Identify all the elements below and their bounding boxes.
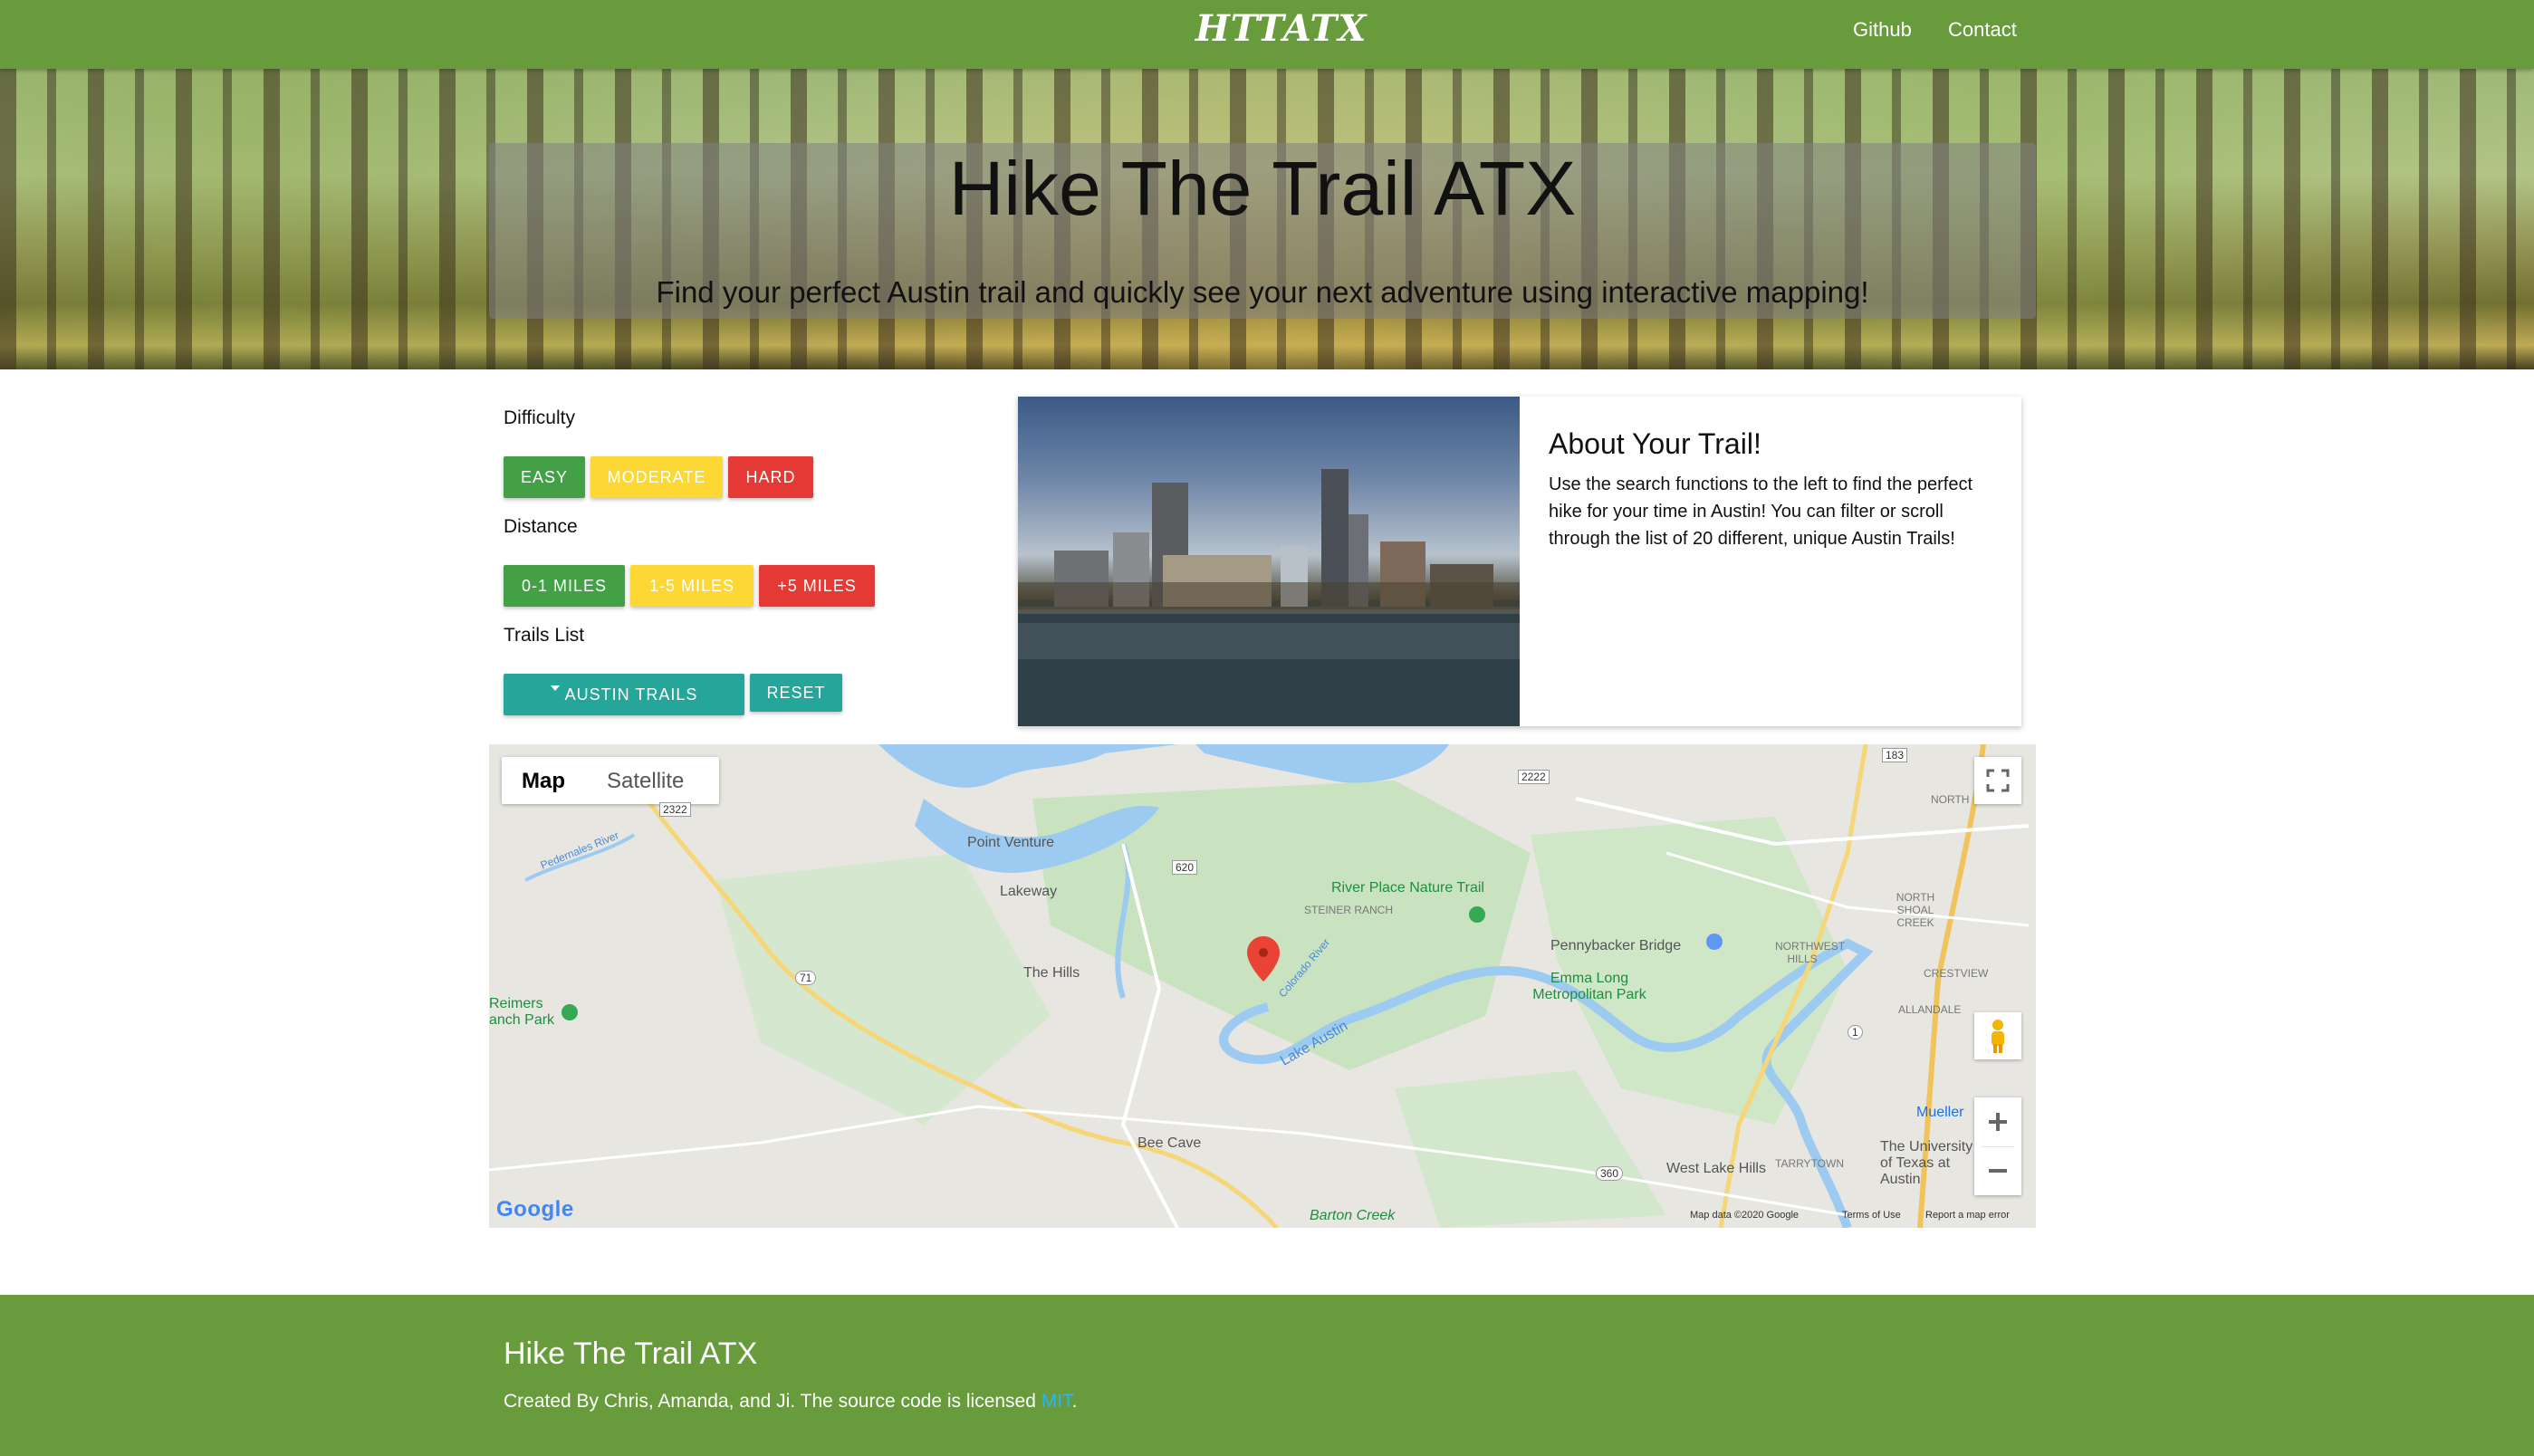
footer: Hike The Trail ATX Created By Chris, Ama… xyxy=(0,1295,2534,1456)
street-view-pegman-button[interactable] xyxy=(1974,1012,2021,1059)
fullscreen-icon xyxy=(1986,769,2010,792)
dropdown-label: AUSTIN TRAILS xyxy=(564,685,698,704)
fullscreen-button[interactable] xyxy=(1974,757,2021,804)
distance-1-5-button[interactable]: 1-5 MILES xyxy=(630,565,753,607)
footer-credits-text: Created By Chris, Amanda, and Ji. The so… xyxy=(504,1391,1041,1412)
difficulty-easy-button[interactable]: EASY xyxy=(504,456,585,498)
footer-credits-period: . xyxy=(1071,1391,1078,1412)
caret-down-icon xyxy=(550,685,560,692)
reset-button[interactable]: RESET xyxy=(750,674,842,712)
hero-subtitle: Find your perfect Austin trail and quick… xyxy=(656,275,1869,309)
difficulty-moderate-button[interactable]: MODERATE xyxy=(590,456,723,498)
austin-skyline-image xyxy=(1018,397,1520,726)
map-label-reimers: Reimers xyxy=(489,996,543,1011)
terms-of-use-link[interactable]: Terms of Use xyxy=(1842,1210,1901,1221)
hero-banner: Hike The Trail ATX Find your perfect Aus… xyxy=(0,69,2534,369)
map-label-steiner-ranch: STEINER RANCH xyxy=(1304,904,1394,916)
navbar: HTTATX Github Contact xyxy=(0,0,2534,69)
road-shield-2222: 2222 xyxy=(1518,770,1550,784)
map-label-north: NORTH xyxy=(1931,793,1970,806)
road-shield-360: 360 xyxy=(1596,1166,1624,1181)
zoom-out-button[interactable] xyxy=(1974,1146,2021,1195)
trails-list-label: Trails List xyxy=(504,625,585,646)
plus-icon xyxy=(1989,1113,2007,1131)
nav-link-github[interactable]: Github xyxy=(1853,18,1912,42)
difficulty-hard-button[interactable]: HARD xyxy=(728,456,813,498)
google-map[interactable]: Map Satellite Point Venture Lakeway Rive… xyxy=(489,744,2036,1228)
map-label-allandale: ALLANDALE xyxy=(1898,1003,1962,1016)
map-label-emma-long: Emma Long Metropolitan Park xyxy=(1532,971,1646,1002)
map-type-control: Map Satellite xyxy=(502,757,719,804)
card-title: About Your Trail! xyxy=(1549,427,1761,460)
map-attribution: Map data ©2020 Google xyxy=(1690,1210,1800,1221)
map-label-lakeway: Lakeway xyxy=(1000,884,1058,899)
map-label-reimers-park: anch Park xyxy=(489,1012,555,1028)
distance-0-1-button[interactable]: 0-1 MILES xyxy=(504,565,625,607)
map-type-satellite-button[interactable]: Satellite xyxy=(607,769,684,794)
road-shield-71: 71 xyxy=(795,971,817,985)
map-type-map-button[interactable]: Map xyxy=(522,769,565,794)
map-label-west-lake-hills: West Lake Hills xyxy=(1666,1161,1766,1176)
map-label-the-hills: The Hills xyxy=(1023,965,1080,981)
map-label-bee-cave: Bee Cave xyxy=(1137,1135,1202,1151)
map-label-ut-austin: The University of Texas at Austin xyxy=(1880,1139,1973,1187)
distance-label: Distance xyxy=(504,516,578,537)
zoom-control xyxy=(1974,1097,2021,1195)
mit-license-link[interactable]: MIT xyxy=(1041,1391,1072,1412)
map-label-crestview: CRESTVIEW xyxy=(1924,967,1989,980)
road-shield-620: 620 xyxy=(1172,860,1198,875)
card-description: Use the search functions to the left to … xyxy=(1549,474,1973,549)
austin-trails-dropdown[interactable]: AUSTIN TRAILS xyxy=(504,674,744,715)
hero-title: Hike The Trail ATX xyxy=(948,146,1577,231)
distance-5-plus-button[interactable]: +5 MILES xyxy=(759,565,875,607)
hero-text-box: Hike The Trail ATX Find your perfect Aus… xyxy=(489,143,2036,319)
map-label-tarrytown: TARRYTOWN xyxy=(1775,1157,1845,1170)
brand-logo[interactable]: HTTATX xyxy=(1195,7,1366,50)
minus-icon xyxy=(1989,1169,2007,1173)
nav-link-contact[interactable]: Contact xyxy=(1948,18,2017,42)
map-label-river-place: River Place Nature Trail xyxy=(1331,880,1484,896)
pegman-icon xyxy=(1992,1020,2004,1053)
map-label-pennybacker: Pennybacker Bridge xyxy=(1550,938,1682,953)
map-label-point-venture: Point Venture xyxy=(967,835,1055,850)
footer-credits: Created By Chris, Amanda, and Ji. The so… xyxy=(504,1391,1077,1413)
footer-title: Hike The Trail ATX xyxy=(504,1336,758,1371)
zoom-in-button[interactable] xyxy=(1974,1097,2021,1146)
map-tiles xyxy=(489,744,2036,1228)
map-label-northwest-hills: NORTHWEST HILLS xyxy=(1775,940,1846,965)
skyline-illustration xyxy=(1018,469,1520,726)
map-label-north-shoal: NORTH SHOAL CREEK xyxy=(1896,891,1935,929)
google-logo: Google xyxy=(496,1197,574,1221)
map-label-mueller: Mueller xyxy=(1916,1105,1964,1120)
about-trail-card: About Your Trail! Use the search functio… xyxy=(1018,397,2021,726)
road-shield-183: 183 xyxy=(1882,748,1908,762)
report-map-error-link[interactable]: Report a map error xyxy=(1925,1210,2010,1221)
difficulty-label: Difficulty xyxy=(504,407,575,428)
road-shield-2322: 2322 xyxy=(659,802,691,817)
map-label-barton-creek: Barton Creek xyxy=(1310,1208,1396,1223)
road-shield-1: 1 xyxy=(1848,1025,1863,1039)
